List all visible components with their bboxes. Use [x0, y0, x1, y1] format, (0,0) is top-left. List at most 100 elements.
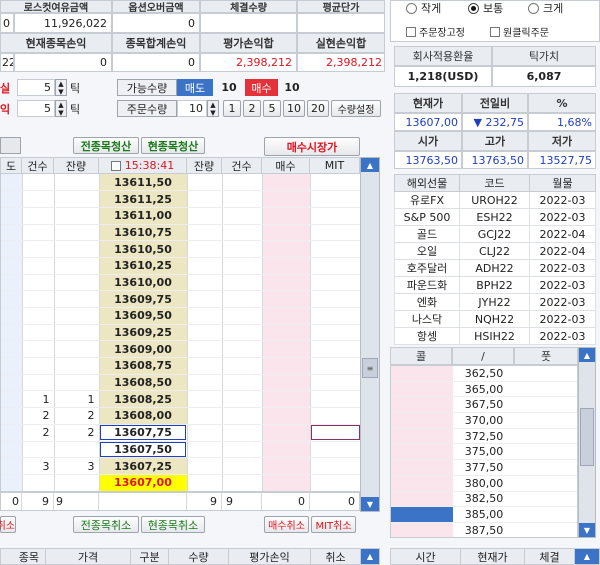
- ladder-sell-count[interactable]: 1: [22, 390, 55, 409]
- current-cancel-button[interactable]: 현종목취소: [141, 516, 205, 533]
- ladder-sell-cell[interactable]: [1, 357, 23, 375]
- ladder-buy-count[interactable]: [222, 240, 263, 258]
- option-call-cell[interactable]: [391, 507, 453, 522]
- ladder-sell-cell[interactable]: [1, 324, 23, 342]
- ladder-buy-count[interactable]: [222, 207, 263, 225]
- ladder-scrollbar[interactable]: ▲ ≡ ▼: [360, 157, 380, 512]
- ladder-price[interactable]: 13607,50: [99, 441, 188, 459]
- option-row[interactable]: 377,50: [391, 460, 577, 476]
- ladder-price[interactable]: 13610,00: [99, 274, 188, 292]
- ladder-sell-count[interactable]: [22, 290, 55, 308]
- ladder-buy-count[interactable]: [222, 257, 263, 275]
- ladder-sell-remain[interactable]: [54, 340, 100, 359]
- ladder-row[interactable]: 1 1 13608,25: [1, 390, 360, 409]
- buy-cancel-button[interactable]: 매수취소: [264, 516, 309, 533]
- ladder-mit-cell[interactable]: [310, 390, 360, 409]
- sell-cancel-button[interactable]: 취소: [0, 516, 16, 533]
- ladder-mit-cell[interactable]: [310, 340, 360, 359]
- option-row[interactable]: 375,00: [391, 444, 577, 461]
- ladder-price[interactable]: 13611,50: [99, 174, 188, 192]
- ladder-price[interactable]: 13609,50: [99, 307, 188, 325]
- ladder-price[interactable]: 13610,75: [99, 224, 188, 242]
- ladder-sell-remain[interactable]: [54, 307, 100, 325]
- option-row[interactable]: 372,50: [391, 428, 577, 445]
- ladder-price[interactable]: 13610,50: [99, 240, 188, 258]
- ladder-row[interactable]: 13607,00: [1, 474, 360, 491]
- ladder-buy-cell[interactable]: [262, 474, 311, 491]
- ladder-mit-cell[interactable]: [310, 324, 360, 342]
- ladder-buy-count[interactable]: [222, 357, 263, 375]
- ladder-buy-cell[interactable]: [262, 441, 311, 459]
- ladder-buy-count[interactable]: [222, 407, 263, 425]
- all-cancel-button[interactable]: 전종목취소: [73, 516, 139, 533]
- ladder-mit-cell[interactable]: [310, 357, 360, 375]
- ladder-mit-cell[interactable]: [310, 441, 360, 459]
- ladder-sell-count[interactable]: 3: [22, 457, 55, 475]
- ladder-sell-remain[interactable]: [54, 441, 100, 459]
- ladder-sell-cell[interactable]: [1, 474, 23, 491]
- ladder-row[interactable]: 13608,50: [1, 374, 360, 392]
- ladder-buy-count[interactable]: [222, 190, 263, 208]
- ladder-sell-remain[interactable]: [54, 290, 100, 308]
- ladder-buy-remain[interactable]: [187, 240, 223, 258]
- ladder-left-edge-button[interactable]: [0, 137, 21, 154]
- ladder-buy-count[interactable]: [222, 290, 263, 308]
- ladder-buy-count[interactable]: [222, 174, 263, 192]
- futures-row[interactable]: 골드 GCJ22 2022-04: [394, 225, 596, 243]
- ladder-sell-count[interactable]: [22, 207, 55, 225]
- radio-small[interactable]: 작게: [406, 0, 441, 16]
- ladder-sell-count[interactable]: [22, 374, 55, 392]
- ladder-row[interactable]: 13607,50: [1, 441, 360, 459]
- ladder-sell-cell[interactable]: [1, 240, 23, 258]
- ladder-sell-cell[interactable]: [1, 407, 23, 425]
- checkbox-fix-order[interactable]: 주문장고정: [406, 24, 465, 39]
- current-liquidate-button[interactable]: 현종목청산: [141, 137, 205, 154]
- ladder-buy-remain[interactable]: [187, 290, 223, 308]
- ladder-sell-count[interactable]: [22, 340, 55, 359]
- profit-tick-input[interactable]: 5: [17, 100, 55, 117]
- ladder-row[interactable]: 2 2 13607,75: [1, 424, 360, 442]
- ladder-price[interactable]: 13608,75: [99, 357, 188, 375]
- ladder-price[interactable]: 13611,25: [99, 190, 188, 208]
- ladder-sell-remain[interactable]: [54, 324, 100, 342]
- ladder-buy-count[interactable]: [222, 340, 263, 359]
- ladder-buy-cell[interactable]: [262, 374, 311, 392]
- radio-normal[interactable]: 보통: [468, 0, 503, 16]
- ladder-sell-cell[interactable]: [1, 374, 23, 392]
- ladder-scroll-thumb[interactable]: ≡: [362, 358, 378, 378]
- ladder-row[interactable]: 13610,00: [1, 274, 360, 292]
- ladder-sell-remain[interactable]: [54, 257, 100, 275]
- ladder-price[interactable]: 13607,00: [99, 474, 188, 491]
- ladder-price[interactable]: 13608,50: [99, 374, 188, 392]
- futures-row[interactable]: 호주달러 ADH22 2022-03: [394, 259, 596, 277]
- ladder-buy-cell[interactable]: [262, 257, 311, 275]
- ladder-row[interactable]: 3 3 13607,25: [1, 457, 360, 475]
- ladder-buy-cell[interactable]: [262, 324, 311, 342]
- ladder-sell-count[interactable]: [22, 274, 55, 292]
- ladder-sell-remain[interactable]: [54, 474, 100, 491]
- ladder-price[interactable]: 13611,00: [99, 207, 188, 225]
- qty-button-1[interactable]: 1: [223, 100, 241, 117]
- futures-row[interactable]: 유로FX UROH22 2022-03: [394, 191, 596, 209]
- loss-tick-stepper[interactable]: ▲ ▼: [55, 79, 67, 96]
- ladder-row[interactable]: 13609,50: [1, 307, 360, 325]
- ladder-mit-cell[interactable]: [310, 240, 360, 258]
- ladder-mit-cell[interactable]: [310, 374, 360, 392]
- ladder-row[interactable]: 13611,25: [1, 190, 360, 208]
- ladder-row[interactable]: 13610,50: [1, 240, 360, 258]
- option-call-cell[interactable]: [391, 522, 453, 537]
- ladder-row[interactable]: 13611,00: [1, 207, 360, 225]
- option-put-cell[interactable]: [515, 429, 577, 444]
- ladder-sell-count[interactable]: [22, 174, 55, 192]
- ladder-buy-cell[interactable]: [262, 357, 311, 375]
- option-row[interactable]: 365,00: [391, 381, 577, 398]
- order-qty-input[interactable]: 10: [177, 100, 207, 117]
- option-put-cell[interactable]: [515, 507, 577, 522]
- option-row[interactable]: 382,50: [391, 491, 577, 508]
- option-put-cell[interactable]: [515, 444, 577, 459]
- ladder-buy-count[interactable]: [222, 474, 263, 491]
- ladder-sell-count[interactable]: [22, 441, 55, 459]
- ladder-buy-count[interactable]: [222, 457, 263, 475]
- ladder-buy-cell[interactable]: [262, 207, 311, 225]
- ladder-sell-cell[interactable]: [1, 174, 23, 192]
